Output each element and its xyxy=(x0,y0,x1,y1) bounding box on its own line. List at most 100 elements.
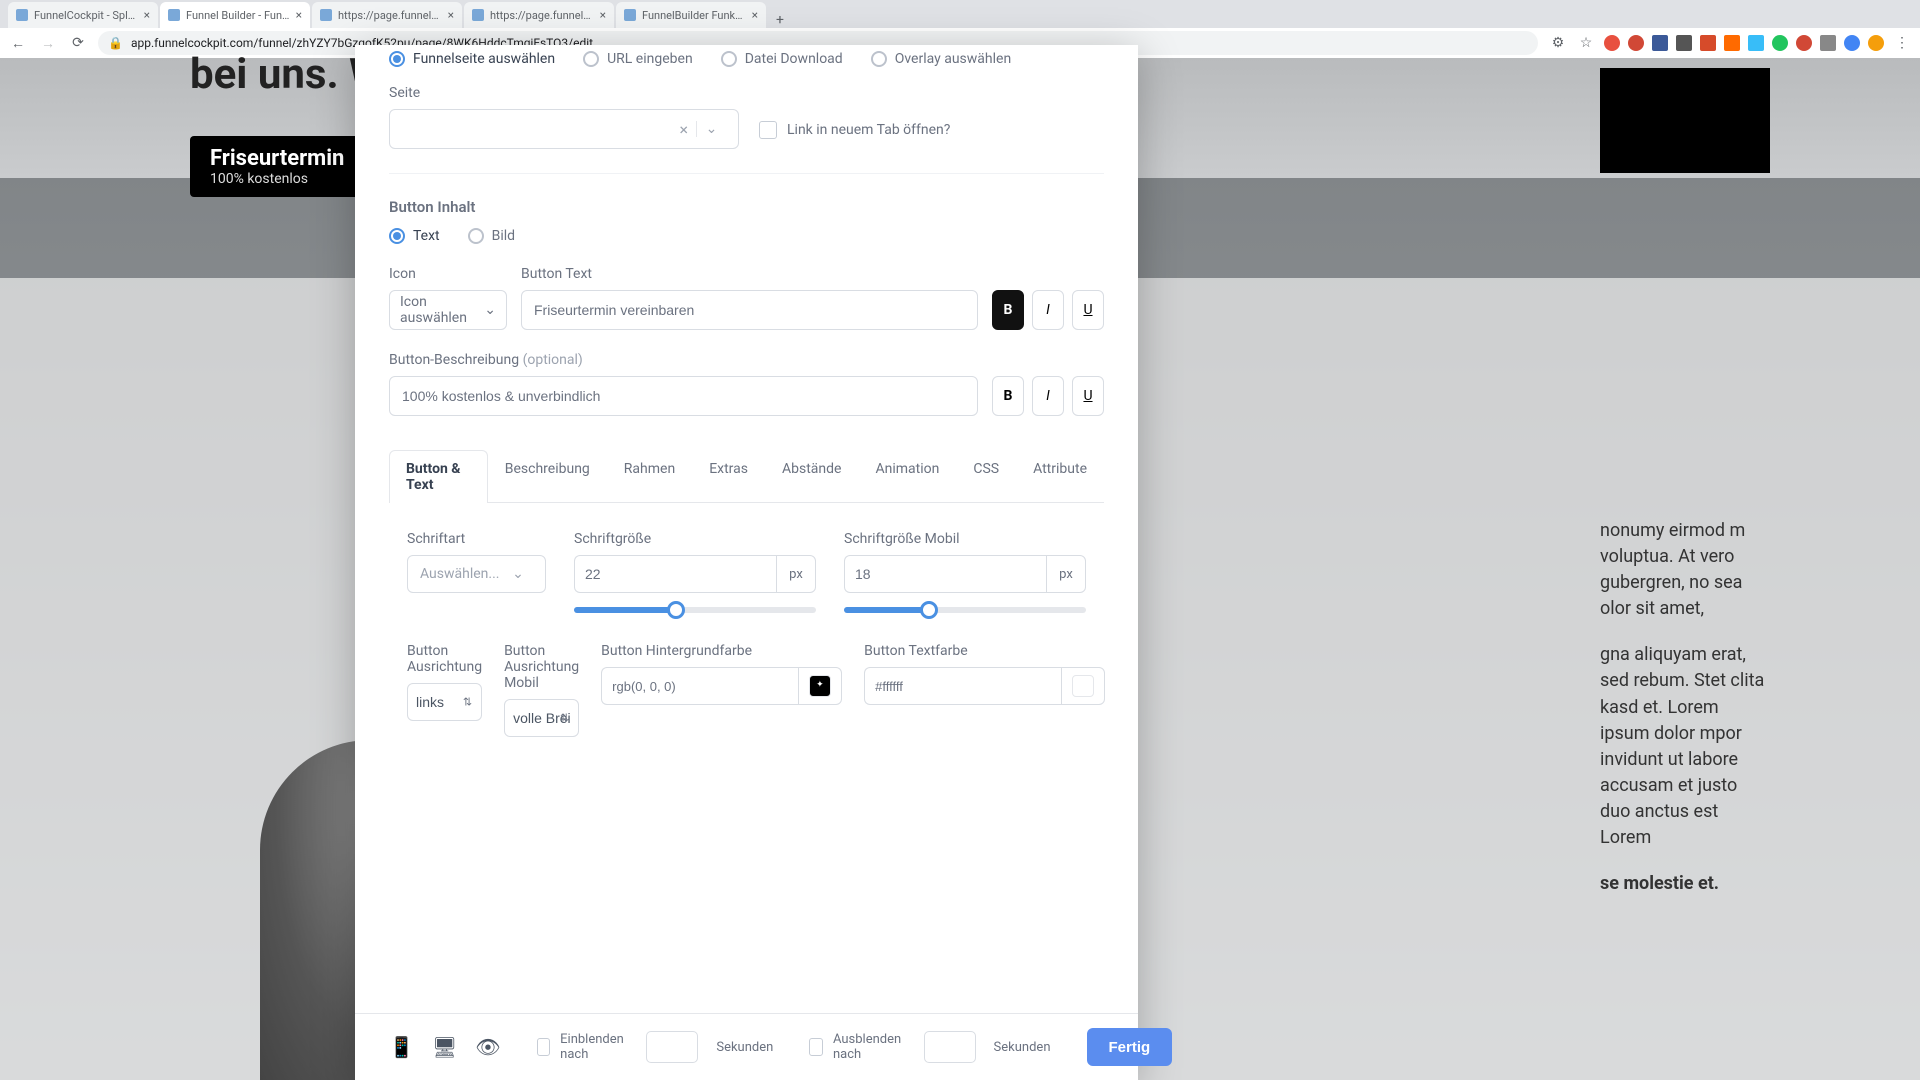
style-tabs: Button & Text Beschreibung Rahmen Extras… xyxy=(389,450,1104,503)
browser-tab[interactable]: FunnelCockpit - Splittests, Ma× xyxy=(8,2,158,28)
ausblenden-checkbox[interactable]: Ausblenden nach xyxy=(809,1032,905,1062)
desktop-icon[interactable]: 🖥 xyxy=(432,1035,457,1059)
close-icon[interactable]: × xyxy=(448,8,454,22)
radio-bild[interactable]: Bild xyxy=(468,228,515,244)
button-text-input[interactable] xyxy=(521,290,978,330)
button-align-mobil-select[interactable]: volle Breite xyxy=(504,699,579,737)
button-text-label: Button Text xyxy=(521,266,978,282)
button-align-mobil-label: Button Ausrichtung Mobil xyxy=(504,643,579,691)
new-tab-button[interactable]: + xyxy=(768,12,792,28)
extension-icon[interactable] xyxy=(1844,35,1860,51)
browser-tab[interactable]: https://page.funnelcockpit.co× xyxy=(312,2,462,28)
unit-label: px xyxy=(776,555,816,593)
extension-icon[interactable] xyxy=(1628,35,1644,51)
schriftgroesse-mobil-label: Schriftgröße Mobil xyxy=(844,531,1086,547)
favicon-icon xyxy=(472,9,484,21)
radio-download[interactable]: Datei Download xyxy=(721,51,843,67)
text-color-swatch[interactable] xyxy=(1061,667,1105,705)
text-color-input[interactable] xyxy=(864,667,1061,705)
extension-icon[interactable] xyxy=(1820,35,1836,51)
radio-url[interactable]: URL eingeben xyxy=(583,51,693,67)
done-button[interactable]: Fertig xyxy=(1087,1028,1173,1066)
schriftart-select[interactable]: Auswählen... ⌄ xyxy=(407,555,546,593)
chevron-down-icon[interactable]: ⌄ xyxy=(696,121,726,137)
close-icon[interactable]: × xyxy=(296,8,302,22)
tab-strip: FunnelCockpit - Splittests, Ma× Funnel B… xyxy=(0,0,1920,28)
tab-abstaende[interactable]: Abstände xyxy=(765,450,858,503)
extension-icon[interactable] xyxy=(1772,35,1788,51)
favicon-icon xyxy=(624,9,636,21)
tab-attribute[interactable]: Attribute xyxy=(1016,450,1104,503)
slider-handle-icon[interactable] xyxy=(920,601,938,619)
back-button[interactable]: ← xyxy=(8,35,28,52)
close-icon[interactable]: × xyxy=(752,8,758,22)
schriftgroesse-slider[interactable] xyxy=(574,607,816,613)
new-tab-checkbox[interactable]: Link in neuem Tab öffnen? xyxy=(759,121,950,149)
extensions-tray: ⚙ ☆ ⋮ xyxy=(1548,35,1912,51)
einblenden-input[interactable] xyxy=(646,1031,698,1063)
tab-beschreibung[interactable]: Beschreibung xyxy=(488,450,607,503)
star-icon[interactable]: ☆ xyxy=(1576,35,1596,51)
settings-icon[interactable]: ⚙ xyxy=(1548,35,1568,51)
eye-icon[interactable]: 👁 xyxy=(475,1035,500,1059)
button-align-select[interactable]: links xyxy=(407,683,482,721)
radio-funnelseite[interactable]: Funnelseite auswählen xyxy=(389,51,555,67)
underline-button[interactable]: U xyxy=(1072,290,1104,330)
seite-select[interactable]: × ⌄ xyxy=(389,109,739,149)
slider-handle-icon[interactable] xyxy=(667,601,685,619)
schriftart-label: Schriftart xyxy=(407,531,546,547)
clear-icon[interactable]: × xyxy=(671,120,696,139)
close-icon[interactable]: × xyxy=(600,8,606,22)
browser-tab[interactable]: Funnel Builder - FunnelCockpit× xyxy=(160,2,310,28)
extension-icon[interactable] xyxy=(1604,35,1620,51)
browser-tab[interactable]: https://page.funnelcockpit.co× xyxy=(464,2,614,28)
bold-button[interactable]: B xyxy=(992,290,1024,330)
schriftgroesse-input[interactable] xyxy=(574,555,776,593)
forward-button[interactable]: → xyxy=(38,35,58,52)
tab-css[interactable]: CSS xyxy=(956,450,1016,503)
extension-icon[interactable] xyxy=(1796,35,1812,51)
schriftgroesse-mobil-slider[interactable] xyxy=(844,607,1086,613)
unit-label: px xyxy=(1046,555,1086,593)
mobile-icon[interactable]: 📱 xyxy=(389,1035,414,1059)
sekunden-label: Sekunden xyxy=(994,1040,1051,1055)
browser-tab[interactable]: FunnelBuilder Funktionen & Ei× xyxy=(616,2,766,28)
button-desc-label: Button-Beschreibung (optional) xyxy=(389,352,1104,368)
underline-button[interactable]: U xyxy=(1072,376,1104,416)
button-desc-input[interactable] xyxy=(389,376,978,416)
bg-color-swatch[interactable]: ✦ xyxy=(798,667,842,705)
tab-content: Schriftart Auswählen... ⌄ Schriftgröße p… xyxy=(389,503,1104,765)
italic-button[interactable]: I xyxy=(1032,376,1064,416)
tab-rahmen[interactable]: Rahmen xyxy=(607,450,692,503)
sekunden-label: Sekunden xyxy=(716,1040,773,1055)
tab-button-text[interactable]: Button & Text xyxy=(389,450,488,503)
extension-icon[interactable] xyxy=(1700,35,1716,51)
avatar-icon[interactable] xyxy=(1868,35,1884,51)
schriftgroesse-label: Schriftgröße xyxy=(574,531,816,547)
bold-button[interactable]: B xyxy=(992,376,1024,416)
extension-icon[interactable] xyxy=(1748,35,1764,51)
modal-footer: 📱 🖥 👁 Einblenden nach Sekunden Ausblende… xyxy=(355,1013,1138,1080)
video-placeholder xyxy=(1600,68,1770,173)
einblenden-checkbox[interactable]: Einblenden nach xyxy=(537,1032,629,1062)
close-icon[interactable]: × xyxy=(144,8,150,22)
italic-button[interactable]: I xyxy=(1032,290,1064,330)
icon-select[interactable]: Icon auswählen ⌄ xyxy=(389,290,507,330)
ausblenden-input[interactable] xyxy=(924,1031,976,1063)
radio-overlay[interactable]: Overlay auswählen xyxy=(871,51,1011,67)
menu-icon[interactable]: ⋮ xyxy=(1892,35,1912,51)
favicon-icon xyxy=(168,9,180,21)
favicon-icon xyxy=(16,9,28,21)
reload-button[interactable]: ⟳ xyxy=(68,35,88,51)
tab-animation[interactable]: Animation xyxy=(858,450,956,503)
extension-icon[interactable] xyxy=(1724,35,1740,51)
bg-color-input[interactable] xyxy=(601,667,798,705)
tab-extras[interactable]: Extras xyxy=(692,450,765,503)
extension-icon[interactable] xyxy=(1652,35,1668,51)
chevron-down-icon: ⌄ xyxy=(503,566,533,582)
extension-icon[interactable] xyxy=(1676,35,1692,51)
radio-text[interactable]: Text xyxy=(389,228,440,244)
schriftgroesse-mobil-input[interactable] xyxy=(844,555,1046,593)
chevron-down-icon: ⌄ xyxy=(484,302,496,318)
checkbox-icon xyxy=(809,1038,823,1056)
